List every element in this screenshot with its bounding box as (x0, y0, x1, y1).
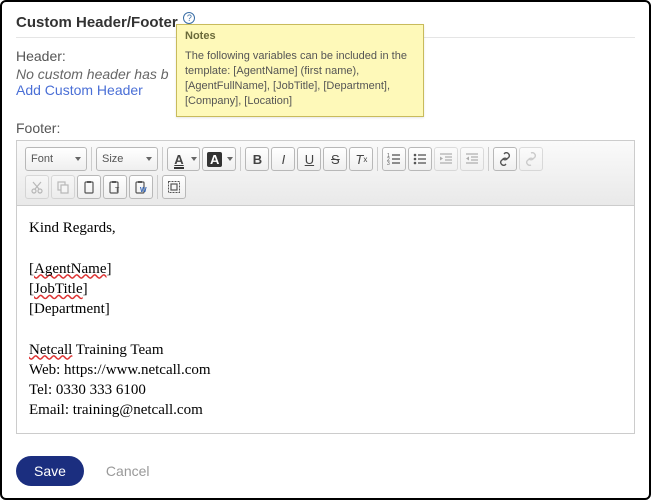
save-button[interactable]: Save (16, 456, 84, 486)
paste-word-button[interactable]: W (129, 175, 153, 199)
font-combo-label: Font (31, 153, 53, 165)
chevron-down-icon (75, 157, 81, 161)
editor-content[interactable]: Kind Regards, [AgentName] [JobTitle] [De… (17, 206, 634, 433)
editor-line: Kind Regards, (29, 218, 622, 238)
underline-button[interactable]: U (297, 147, 321, 171)
footer-block: Footer: Font Size (16, 120, 635, 434)
chevron-down-icon (227, 157, 233, 161)
chevron-down-icon (191, 157, 197, 161)
select-all-button[interactable] (162, 175, 186, 199)
editor-line: Netcall Training Team (29, 340, 622, 360)
svg-text:T: T (115, 187, 120, 194)
notes-tooltip: Notes The following variables can be inc… (176, 24, 424, 117)
cut-button[interactable] (25, 175, 49, 199)
strike-button[interactable]: S (323, 147, 347, 171)
bullet-list-button[interactable] (408, 147, 432, 171)
bold-button[interactable]: B (245, 147, 269, 171)
editor-line: Email: training@netcall.com (29, 400, 622, 420)
size-combo[interactable]: Size (96, 147, 158, 171)
editor-toolbar: Font Size A A (17, 141, 634, 206)
copy-button[interactable] (51, 175, 75, 199)
font-combo[interactable]: Font (25, 147, 87, 171)
action-bar: Save Cancel (16, 456, 635, 486)
paste-text-button[interactable]: T (103, 175, 127, 199)
paste-button[interactable] (77, 175, 101, 199)
size-combo-label: Size (102, 153, 123, 165)
svg-text:3: 3 (387, 161, 390, 166)
unlink-button[interactable] (519, 147, 543, 171)
editor-line: [Department] (29, 299, 622, 319)
cancel-button[interactable]: Cancel (100, 462, 156, 480)
svg-text:W: W (140, 187, 147, 194)
link-button[interactable] (493, 147, 517, 171)
bg-color-dropdown[interactable] (224, 147, 236, 171)
text-color-dropdown[interactable] (188, 147, 200, 171)
tooltip-body: The following variables can be included … (177, 45, 423, 116)
chevron-down-icon (146, 157, 152, 161)
indent-button[interactable] (460, 147, 484, 171)
clear-format-button[interactable]: Tx (349, 147, 373, 171)
editor-line: Tel: 0330 333 6100 (29, 380, 622, 400)
custom-header-footer-panel: Custom Header/Footer ? Notes The followi… (0, 0, 651, 500)
italic-button[interactable]: I (271, 147, 295, 171)
editor-line: [JobTitle] (29, 279, 622, 299)
outdent-button[interactable] (434, 147, 458, 171)
tooltip-heading: Notes (177, 25, 423, 45)
numbered-list-button[interactable]: 123 (382, 147, 406, 171)
footer-label: Footer: (16, 120, 635, 136)
rich-text-editor: Font Size A A (16, 140, 635, 434)
editor-line: [AgentName] (29, 259, 622, 279)
help-icon[interactable]: ? (183, 12, 195, 24)
editor-line: Web: https://www.netcall.com (29, 360, 622, 380)
section-title: Custom Header/Footer (16, 14, 178, 31)
